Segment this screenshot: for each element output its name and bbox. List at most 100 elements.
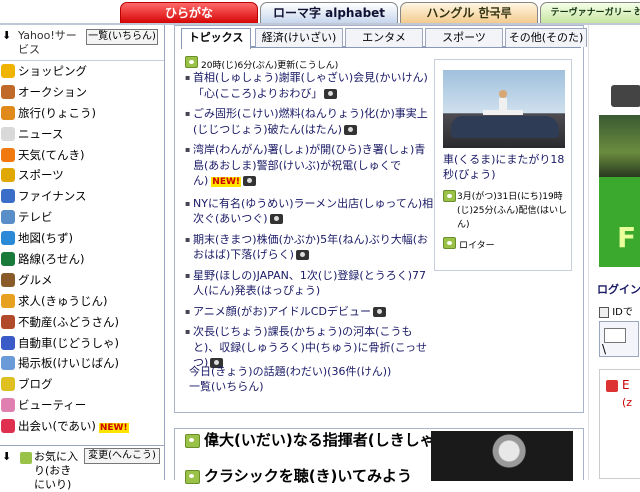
tab-other[interactable]: その他(そのた)	[505, 28, 587, 47]
sidebar-item-label: テレビ	[18, 210, 53, 225]
sidebar-item[interactable]: ビューティー	[0, 395, 164, 416]
sidebar-item-label: グルメ	[18, 272, 53, 287]
ad-banner[interactable]: F 社員	[595, 75, 640, 300]
sidebar-item[interactable]: スポーツ	[0, 165, 164, 186]
tab-romaji[interactable]: ローマ字 alphabet	[260, 2, 398, 24]
finance-chart-icon	[1, 189, 15, 204]
featured-photo[interactable]	[443, 70, 565, 148]
list-all-link[interactable]: 一覧(いちらん)	[189, 379, 391, 394]
ad-photo	[599, 115, 640, 177]
conductor-photo[interactable]	[431, 431, 573, 481]
mail-text: \	[602, 342, 607, 356]
auction-gavel-icon	[1, 84, 15, 99]
weather-sun-icon	[1, 147, 15, 162]
sidebar-item[interactable]: 不動産(ふどうさん)	[0, 312, 164, 333]
tab-economy[interactable]: 経済(けいざい)	[255, 28, 343, 47]
favorites-link[interactable]: お気に入り(おきにいり)	[20, 450, 82, 492]
sidebar-item[interactable]: 掲示板(けいじばん)	[0, 353, 164, 374]
sidebar-item[interactable]: 自動車(じどうしゃ)	[0, 333, 164, 354]
sidebar-item-label: ファイナンス	[18, 189, 87, 204]
featured-photo-box: 車(くるま)にまたがり18秒(びょう) 3月(がつ)31日(にち)19時(じ)2…	[434, 59, 572, 271]
sidebar-item-label: 天気(てんき)	[18, 147, 85, 162]
beauty-icon	[1, 398, 15, 413]
bulletin-board-icon	[1, 356, 15, 371]
favorites-label: お気に入り(おきにいり)	[34, 450, 78, 491]
headline-text: 次長(じちょう)課長(かちょう)の河本(こうもと)、収録(しゅうろく)中(ちゅう…	[193, 325, 427, 369]
sidebar-item[interactable]: 路線(ろせん)	[0, 249, 164, 270]
sidebar-item-label: 出会い(であい)	[18, 419, 96, 434]
sidebar-item[interactable]: 天気(てんき)	[0, 145, 164, 166]
promo-box[interactable]: E (z	[599, 369, 640, 479]
sidebar-item[interactable]: ニュース	[0, 124, 164, 145]
camera-icon	[295, 250, 309, 260]
camera-icon	[269, 214, 283, 224]
sidebar-item[interactable]: テレビ	[0, 207, 164, 228]
login-label[interactable]: ログイン	[597, 281, 640, 297]
shopping-bag-icon	[1, 64, 15, 78]
article-title-line2[interactable]: クラシックを聴(き)いてみよう	[185, 467, 412, 485]
suitcase-icon	[1, 105, 15, 120]
sidebar-item[interactable]: ファイナンス	[0, 186, 164, 207]
jobs-icon	[1, 293, 15, 308]
globe-icon	[1, 231, 15, 246]
article-icon	[185, 469, 200, 484]
service-list: ショッピング オークション旅行(りょこう) ニュース天気(てんき) スポーツファイナン…	[0, 61, 164, 437]
camera-icon	[343, 124, 357, 135]
heart-icon	[1, 419, 15, 434]
headline-text: アニメ顔(がお)アイドルCDデビュー	[193, 304, 371, 318]
news-topics-box: トピックス 経済(けいざい) エンタメ スポーツ その他(そのた) 20時(じ)…	[174, 25, 587, 413]
sidebar-item[interactable]: 地図(ちず)	[0, 228, 164, 249]
tab-hangul[interactable]: ハングル 한국루	[400, 2, 538, 24]
sidebar-item-label: 自動車(じどうしゃ)	[18, 335, 119, 350]
mail-box[interactable]: \	[599, 321, 639, 357]
headline-item[interactable]: 湾岸(わんがん)署(しょ)が開(ひら)き署(しょ)青島(あおしま)警部(けいぶ)…	[185, 142, 435, 191]
tab-devanagari[interactable]: テーヴァナーガリー टे	[540, 2, 640, 24]
headline-text: NYに有名(ゆうめい)ラーメン出店(しゅってん)相次ぐ(あいつぐ)	[193, 196, 434, 226]
list-all-button[interactable]: 一覧(いちらん)	[86, 29, 158, 45]
sidebar-item[interactable]: ブログ	[0, 374, 164, 395]
sidebar-item-label: オークション	[18, 84, 87, 99]
tab-sports[interactable]: スポーツ	[425, 28, 503, 47]
headline-item[interactable]: NYに有名(ゆうめい)ラーメン出店(しゅってん)相次ぐ(あいつぐ)	[185, 196, 435, 227]
sidebar-item-label: ビューティー	[18, 398, 87, 413]
tab-entertainment[interactable]: エンタメ	[345, 28, 423, 47]
featured-article: 偉大(いだい)なる指揮者(しきしゃ)をたたえて クラシックを聴(き)いてみよう	[174, 428, 584, 485]
sidebar-item[interactable]: グルメ	[0, 270, 164, 291]
sidebar-item-label: 掲示板(けいじばん)	[18, 356, 119, 371]
article-title-text2: クラシックを聴(き)いてみよう	[204, 467, 412, 485]
headline-item[interactable]: 星野(ほしの)JAPAN、1次(じ)登録(とうろく)77人(にん)発表(はっぴょ…	[185, 268, 435, 299]
right-column: F 社員 ログイン IDで \ E (z	[588, 25, 640, 480]
camera-icon	[372, 306, 386, 317]
headline-item[interactable]: 首相(しゅしょう)謝罪(しゃざい)会見(かいけん)「心(こころ)よりおわび」	[185, 70, 435, 101]
today-topics-link[interactable]: 今日(きょう)の話題(わだい)(36件(けん))	[189, 364, 391, 379]
id-login-line[interactable]: IDで	[599, 303, 633, 318]
mobile-icon	[599, 306, 609, 318]
featured-source-text[interactable]: ロイター	[459, 241, 495, 251]
sidebar-item[interactable]: ショッピング	[0, 61, 164, 82]
change-button[interactable]: 変更(へんこう)	[84, 448, 160, 464]
sidebar-item[interactable]: 旅行(りょこう)	[0, 103, 164, 124]
sidebar-item-label: 求人(きゅうじん)	[18, 293, 108, 308]
newspaper-icon	[1, 126, 15, 141]
headline-item[interactable]: アニメ顔(がお)アイドルCDデビュー	[185, 304, 435, 320]
camera-icon	[243, 176, 257, 186]
tv-icon	[1, 210, 15, 225]
headline-text: 首相(しゅしょう)謝罪(しゃざい)会見(かいけん)「心(こころ)よりおわび」	[193, 71, 428, 100]
featured-caption[interactable]: 車(くるま)にまたがり18秒(びょう)	[443, 152, 569, 182]
sidebar-item[interactable]: 求人(きゅうじん)	[0, 291, 164, 312]
featured-date-text: 3月(がつ)31日(にち)19時(じ)25分(ふん)配信(はいしん)	[457, 192, 568, 230]
phone-icon	[611, 85, 640, 107]
sidebar-item-label: ショッピング	[18, 64, 87, 78]
headline-item[interactable]: ごみ固形(こけい)燃料(ねんりょう)化(か)事実上(じじつじょう)破たん(はたん…	[185, 106, 435, 137]
headline-text: 期末(きまつ)株価(かぶか)5年(ねん)ぶり大幅(おおはば)下落(げらく)	[193, 232, 429, 262]
tab-topics[interactable]: トピックス	[181, 28, 251, 49]
envelope-icon	[604, 328, 626, 343]
arrow-down-icon: ⬇	[2, 450, 12, 463]
sidebar-item[interactable]: 出会い(であい) NEW!	[0, 416, 164, 437]
sidebar-item-label: 地図(ちず)	[18, 231, 73, 246]
news-photo-icon	[185, 56, 198, 68]
sidebar-item[interactable]: オークション	[0, 82, 164, 103]
headline-item[interactable]: 期末(きまつ)株価(かぶか)5年(ねん)ぶり大幅(おおはば)下落(げらく)	[185, 232, 435, 263]
pencil-icon	[1, 377, 15, 392]
tab-hiragana[interactable]: ひらがな	[120, 2, 258, 24]
